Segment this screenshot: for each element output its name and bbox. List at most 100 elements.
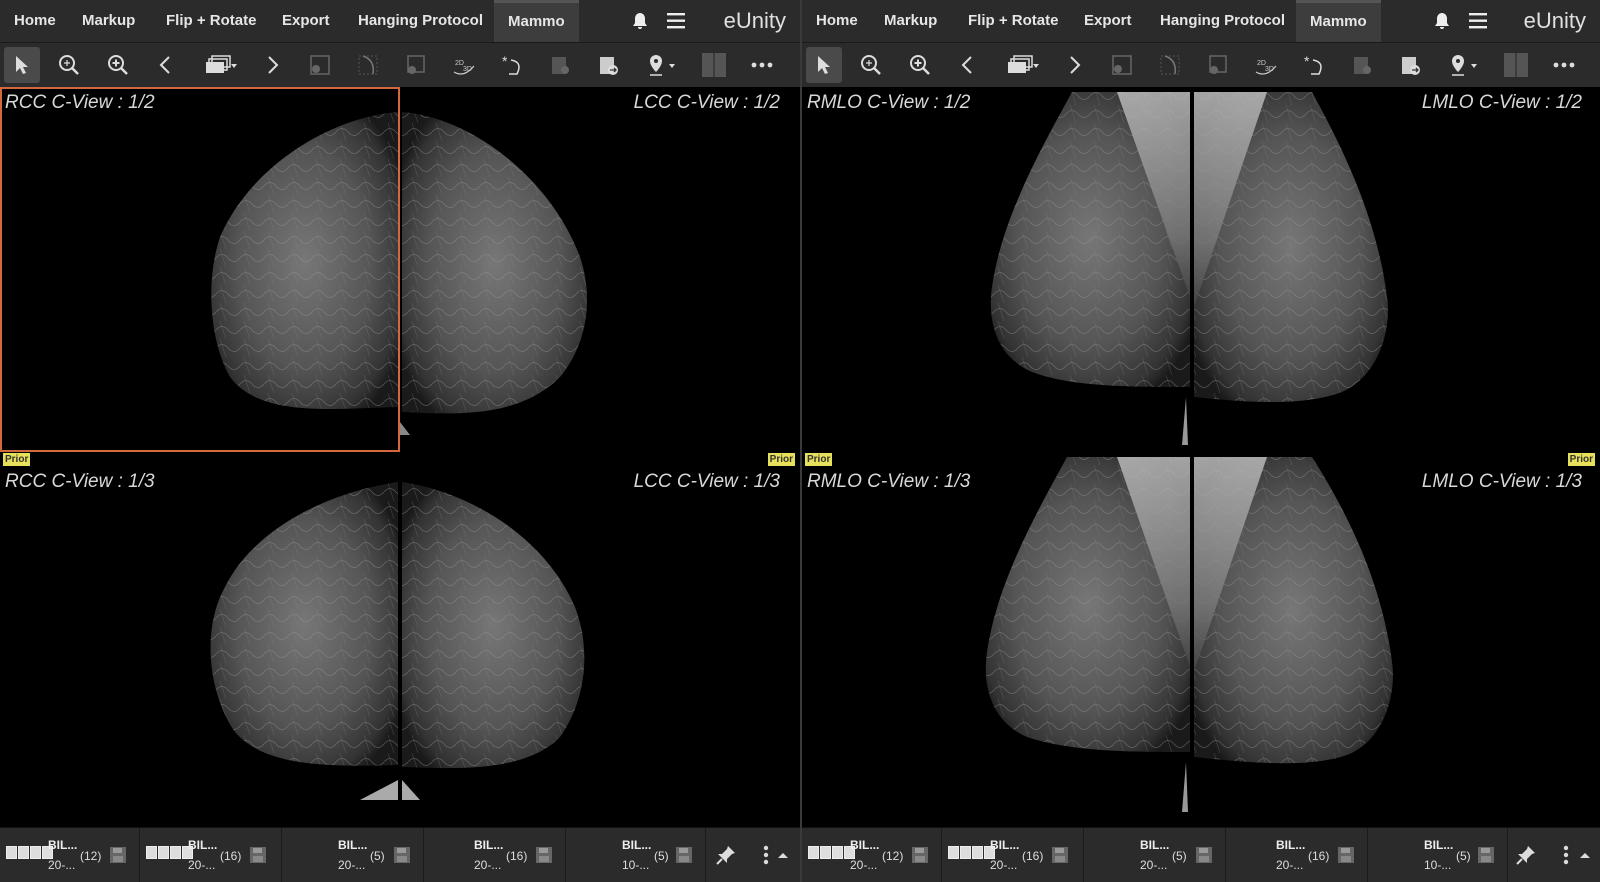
- series-thumbnail[interactable]: BIL... 20-... (16): [424, 828, 566, 882]
- save-icon[interactable]: [392, 845, 412, 865]
- series-thumbnail[interactable]: BIL... 10-... (5): [1368, 828, 1508, 882]
- save-icon[interactable]: [1050, 845, 1070, 865]
- zoom-fit-tool[interactable]: [853, 47, 889, 83]
- tab-export[interactable]: Export: [1070, 0, 1146, 42]
- layout-boxes-icon: [146, 846, 194, 864]
- menu-icon[interactable]: [1469, 12, 1489, 30]
- tab-flip-rotate[interactable]: Flip + Rotate: [954, 0, 1072, 42]
- series-thumbnail[interactable]: BIL... 20-... (5): [282, 828, 424, 882]
- series-thumbnail[interactable]: BIL... 20-... (12): [802, 828, 942, 882]
- tab-markup[interactable]: Markup: [870, 0, 951, 42]
- brand-logo: eUnity: [1523, 8, 1586, 33]
- kebab-icon[interactable]: [754, 843, 778, 867]
- stack-tool[interactable]: [198, 47, 242, 83]
- series-thumbnail[interactable]: BIL... 20-... (16): [140, 828, 282, 882]
- curve-icon: [1160, 55, 1180, 75]
- chevron-left-icon: [159, 56, 170, 74]
- save-icon[interactable]: [674, 845, 694, 865]
- paste-icon: [552, 57, 569, 74]
- kebab-icon[interactable]: [1554, 843, 1578, 867]
- save-icon[interactable]: [534, 845, 554, 865]
- save-icon[interactable]: [1476, 845, 1496, 865]
- svg-text:*: *: [1304, 53, 1310, 69]
- tab-mammo[interactable]: Mammo: [494, 0, 579, 42]
- tab-hanging-protocol[interactable]: Hanging Protocol: [1146, 0, 1299, 42]
- zoom-in-tool[interactable]: [100, 47, 136, 83]
- layout-boxes-icon: [948, 846, 996, 864]
- series-thumbnail[interactable]: BIL... 20-... (16): [942, 828, 1084, 882]
- layout-tool[interactable]: [1498, 47, 1534, 83]
- shutter-tool[interactable]: [302, 47, 338, 83]
- series-thumbnail[interactable]: BIL... 20-... (16): [1226, 828, 1368, 882]
- next-button[interactable]: [254, 47, 290, 83]
- viewport-label-rcc-bottom: RCC C-View : 1/3: [5, 471, 155, 492]
- save-icon[interactable]: [108, 845, 128, 865]
- 2d-3d-tool[interactable]: 2D 3D: [446, 47, 482, 83]
- pointer-icon: [16, 56, 28, 74]
- series-thumbnail[interactable]: BIL... 20-... (12): [0, 828, 140, 882]
- caret-up-icon[interactable]: [776, 843, 790, 867]
- location-tool[interactable]: [640, 47, 684, 83]
- tab-home[interactable]: Home: [0, 0, 70, 42]
- tab-hanging-protocol[interactable]: Hanging Protocol: [344, 0, 497, 42]
- paste-tool[interactable]: [542, 47, 578, 83]
- spot-tool[interactable]: *: [494, 47, 530, 83]
- curve-tool[interactable]: [350, 47, 386, 83]
- viewport-label-lmlo-top: LMLO C-View : 1/2: [1421, 92, 1582, 113]
- shutter-icon: [1112, 55, 1132, 75]
- series-count: (16): [220, 849, 242, 863]
- bell-icon[interactable]: [1432, 11, 1452, 31]
- roi-tool[interactable]: [398, 47, 434, 83]
- previous-button[interactable]: [950, 47, 986, 83]
- prior-badge: Prior: [767, 453, 795, 466]
- location-pin-icon: [650, 55, 675, 76]
- tab-mammo[interactable]: Mammo: [1296, 0, 1381, 42]
- menu-icon[interactable]: [667, 12, 687, 30]
- roi-tool[interactable]: [1200, 47, 1236, 83]
- zoom-in-tool[interactable]: [902, 47, 938, 83]
- save-icon[interactable]: [910, 845, 930, 865]
- pointer-tool[interactable]: [806, 47, 842, 83]
- roi-icon: [407, 55, 425, 74]
- series-name: BIL...: [1276, 838, 1306, 852]
- more-button[interactable]: [744, 47, 780, 83]
- curve-tool[interactable]: [1152, 47, 1188, 83]
- series-date: 10-...: [622, 858, 650, 872]
- image-viewport[interactable]: RMLO C-View : 1/2 LMLO C-View : 1/2 Prio…: [802, 87, 1600, 827]
- save-icon[interactable]: [248, 845, 268, 865]
- series-thumbnail[interactable]: BIL... 10-... (5): [566, 828, 706, 882]
- spot-tool[interactable]: *: [1296, 47, 1332, 83]
- more-button[interactable]: [1546, 47, 1582, 83]
- layout-tool[interactable]: [696, 47, 732, 83]
- series-bar: BIL... 20-... (12) BIL... 20-... (16) BI…: [0, 827, 800, 882]
- tab-markup[interactable]: Markup: [68, 0, 149, 42]
- caret-up-icon[interactable]: [1578, 843, 1592, 867]
- image-viewport[interactable]: RCC C-View : 1/2 LCC C-View : 1/2 Prior …: [0, 87, 800, 827]
- tab-export[interactable]: Export: [268, 0, 344, 42]
- series-count: (16): [506, 849, 528, 863]
- previous-button[interactable]: [148, 47, 184, 83]
- pointer-tool[interactable]: [4, 47, 40, 83]
- bell-icon[interactable]: [630, 11, 650, 31]
- pin-icon[interactable]: [1514, 843, 1538, 867]
- pin-icon[interactable]: [714, 843, 738, 867]
- 2d-3d-icon: 2D3D: [453, 60, 475, 75]
- stack-tool[interactable]: [1000, 47, 1044, 83]
- shutter-tool[interactable]: [1104, 47, 1140, 83]
- paste-arrow-tool[interactable]: [1392, 47, 1428, 83]
- zoom-fit-icon: [59, 55, 79, 75]
- next-button[interactable]: [1056, 47, 1092, 83]
- series-count: (12): [882, 849, 904, 863]
- paste-tool[interactable]: [1344, 47, 1380, 83]
- save-icon[interactable]: [1194, 845, 1214, 865]
- series-bar: BIL... 20-... (12) BIL... 20-... (16) BI…: [802, 827, 1600, 882]
- tab-flip-rotate[interactable]: Flip + Rotate: [152, 0, 270, 42]
- series-thumbnail[interactable]: BIL... 20-... (5): [1084, 828, 1226, 882]
- tab-home[interactable]: Home: [802, 0, 872, 42]
- save-icon[interactable]: [1336, 845, 1356, 865]
- paste-arrow-tool[interactable]: [590, 47, 626, 83]
- mammogram-mlo-views[interactable]: [802, 87, 1600, 827]
- zoom-fit-tool[interactable]: [51, 47, 87, 83]
- location-tool[interactable]: [1442, 47, 1486, 83]
- 2d-3d-tool[interactable]: 2D 3D: [1248, 47, 1284, 83]
